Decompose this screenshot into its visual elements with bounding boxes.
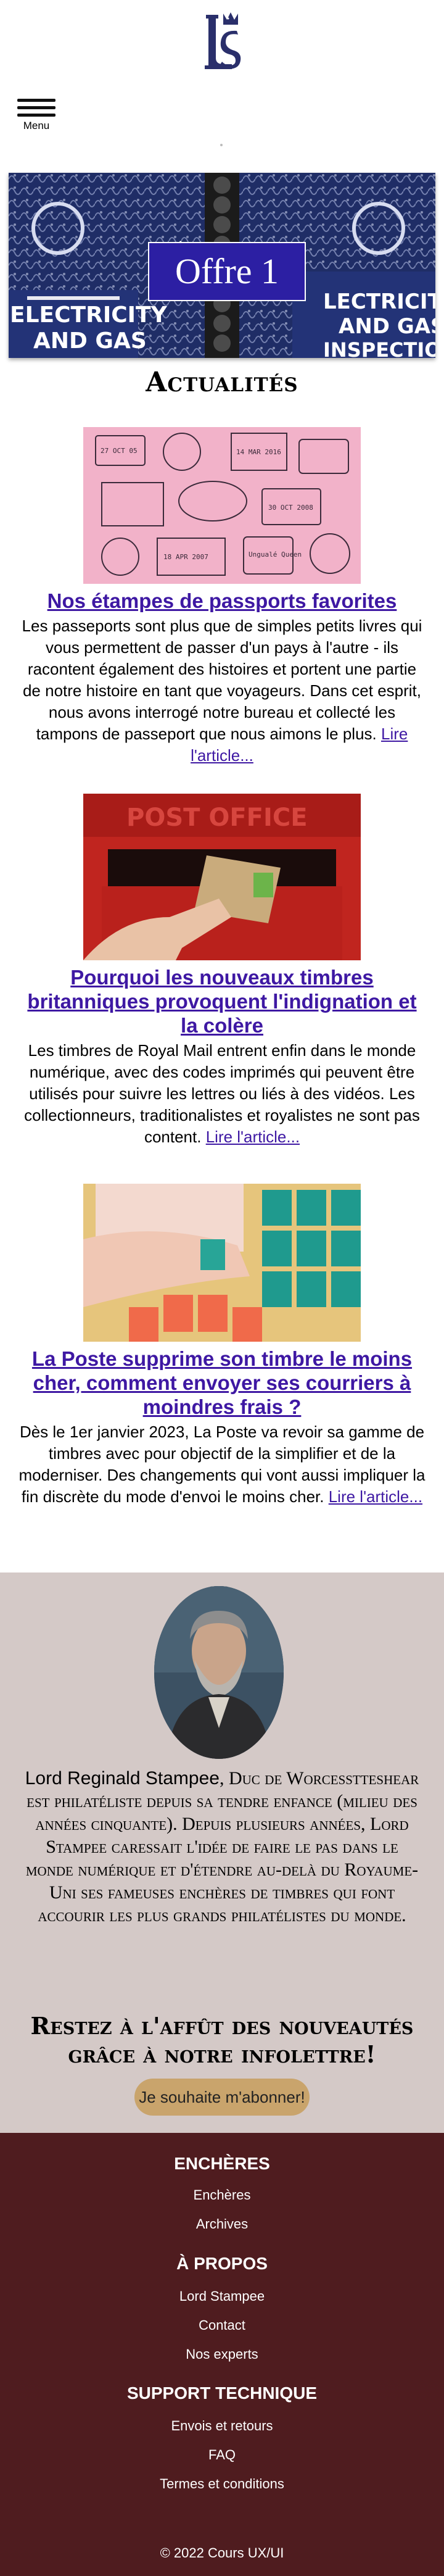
read-more-link[interactable]: Lire l'article... xyxy=(329,1487,422,1506)
divider-dot xyxy=(220,144,223,146)
logo-emblem xyxy=(205,12,241,69)
menu-label: Menu xyxy=(23,120,50,131)
footer-heading-a-propos: À PROPOS xyxy=(176,2254,268,2273)
footer-link-archives[interactable]: Archives xyxy=(0,2216,444,2232)
article-card: POST OFFICE Pourquoi les nouveaux timbre… xyxy=(0,794,444,1148)
read-more-link[interactable]: Lire l'article... xyxy=(206,1128,300,1146)
svg-text:30 OCT 2008: 30 OCT 2008 xyxy=(268,504,313,512)
footer-link-envois-retours[interactable]: Envois et retours xyxy=(0,2418,444,2434)
svg-text:POST OFFICE: POST OFFICE xyxy=(126,804,308,832)
article-title-link[interactable]: Nos étampes de passports favorites xyxy=(21,589,423,613)
footer-link-contact[interactable]: Contact xyxy=(0,2317,444,2333)
bio-name: Lord Reginald Stampee xyxy=(25,1768,220,1789)
svg-text:Ungualé Queen: Ungualé Queen xyxy=(249,551,302,559)
svg-text:LECTRICITY: LECTRICITY xyxy=(323,289,435,314)
offer-label[interactable]: Offre 1 xyxy=(148,242,306,301)
footer-heading-encheres: ENCHÈRES xyxy=(174,2154,270,2173)
article-excerpt-text: Les passeports sont plus que de simples … xyxy=(22,617,422,743)
article-thumbnail[interactable]: POST OFFICE xyxy=(83,794,361,960)
article-excerpt: Les passeports sont plus que de simples … xyxy=(17,615,427,767)
svg-text:18 APR 2007: 18 APR 2007 xyxy=(163,553,208,561)
footer-link-nos-experts[interactable]: Nos experts xyxy=(0,2346,444,2362)
bio-text: Lord Reginald Stampee, Duc de Worcesstte… xyxy=(22,1767,422,1927)
article-thumbnail[interactable] xyxy=(83,1184,361,1342)
footer-link-termes[interactable]: Termes et conditions xyxy=(0,2476,444,2492)
svg-text:AND GAS: AND GAS xyxy=(339,314,435,339)
passport-stamps-image: 27 OCT 05 14 MAR 2016 30 OCT 2008 18 APR… xyxy=(83,427,361,584)
article-title-link[interactable]: Pourquoi les nouveaux timbres britanniqu… xyxy=(21,965,423,1037)
svg-text:14 MAR 2016: 14 MAR 2016 xyxy=(236,448,281,456)
subscribe-button[interactable]: Je souhaite m'abonner! xyxy=(134,2079,310,2116)
logo[interactable] xyxy=(191,10,253,78)
hamburger-icon xyxy=(17,99,56,117)
lord-stampee-portrait xyxy=(154,1586,284,1759)
site-footer: ENCHÈRES Enchères Archives À PROPOS Lord… xyxy=(0,2133,444,2576)
bio-description: , Duc de Worcesstteshear est philatélist… xyxy=(25,1768,419,1926)
stamp-sheet-image xyxy=(83,1184,361,1342)
article-title-link[interactable]: La Poste supprime son timbre le moins ch… xyxy=(21,1347,423,1419)
article-thumbnail[interactable]: 27 OCT 05 14 MAR 2016 30 OCT 2008 18 APR… xyxy=(83,427,361,584)
footer-link-encheres[interactable]: Enchères xyxy=(0,2187,444,2203)
article-excerpt: Dès le 1er janvier 2023, La Poste va rev… xyxy=(17,1421,427,1508)
article-excerpt: Les timbres de Royal Mail entrent enfin … xyxy=(17,1040,427,1148)
footer-link-faq[interactable]: FAQ xyxy=(0,2447,444,2463)
svg-text:27 OCT 05: 27 OCT 05 xyxy=(101,447,138,455)
site-header: Menu xyxy=(0,0,444,173)
offer-banner[interactable]: ELECTRICITY AND GAS LECTRICITY AND GAS I… xyxy=(9,173,435,358)
footer-heading-support: SUPPORT TECHNIQUE xyxy=(126,2383,318,2403)
news-section-title: Actualités xyxy=(146,367,298,398)
svg-text:ELECTRICITY: ELECTRICITY xyxy=(10,302,168,328)
footer-link-lord-stampee[interactable]: Lord Stampee xyxy=(0,2288,444,2304)
portrait-image xyxy=(154,1586,284,1759)
article-card: 27 OCT 05 14 MAR 2016 30 OCT 2008 18 APR… xyxy=(0,427,444,767)
menu-button[interactable]: Menu xyxy=(17,99,56,136)
article-card: La Poste supprime son timbre le moins ch… xyxy=(0,1184,444,1508)
svg-text:AND GAS: AND GAS xyxy=(33,328,147,354)
svg-text:INSPECTION: INSPECTION xyxy=(323,338,435,358)
about-section: Lord Reginald Stampee, Duc de Worcesstte… xyxy=(0,1573,444,2133)
newsletter-title: Restez à l'affût des nouveautés grâce à … xyxy=(30,2012,414,2068)
copyright: © 2022 Cours UX/UI xyxy=(160,2545,284,2561)
post-office-box-image: POST OFFICE xyxy=(83,794,361,960)
